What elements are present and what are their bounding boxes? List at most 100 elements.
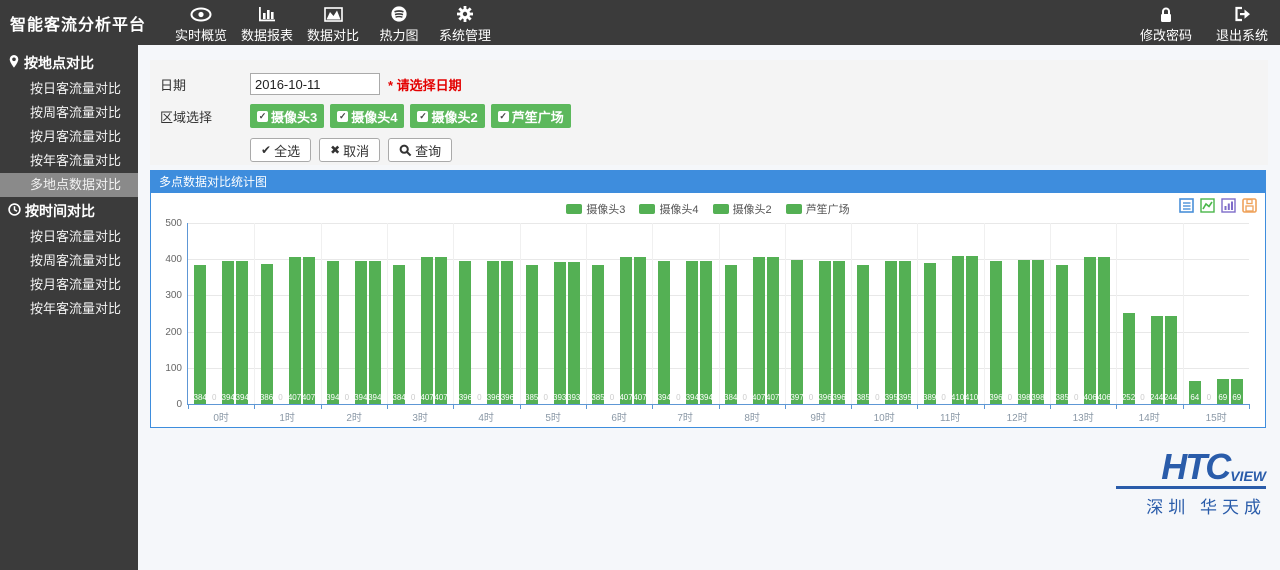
nav-label: 系统管理 <box>439 25 491 44</box>
gridline-v <box>586 223 587 404</box>
bar <box>592 265 604 404</box>
bar <box>421 257 433 404</box>
query-button[interactable]: 查询 <box>388 138 452 162</box>
bar-value-label: 393 <box>566 393 582 402</box>
legend-item-lusheng-square[interactable]: 芦笙广场 <box>786 201 850 217</box>
bar <box>289 257 301 404</box>
nav-label: 数据对比 <box>307 25 359 44</box>
gridline-v <box>453 223 454 404</box>
bar <box>1018 260 1030 404</box>
sidebar-item-weekly-by-location[interactable]: 按周客流量对比 <box>0 101 138 125</box>
x-axis-tick-label: 2时 <box>321 409 387 424</box>
x-axis-tick-label: 5时 <box>520 409 586 424</box>
area-label: 芦笙广场 <box>512 107 564 126</box>
save-image-icon[interactable] <box>1242 198 1257 218</box>
cancel-button[interactable]: ✖ 取消 <box>319 138 380 162</box>
bar <box>435 257 447 404</box>
chart-toolbox <box>1179 198 1257 218</box>
checkbox-checked-icon: ✓ <box>498 111 509 122</box>
y-axis-tick-label: 0 <box>154 399 182 410</box>
bar <box>966 256 978 404</box>
bar <box>658 261 670 404</box>
section-title: 按地点对比 <box>24 53 94 73</box>
date-label: 日期 <box>150 75 250 94</box>
x-axis-tick <box>1249 404 1250 409</box>
gridline-v <box>254 223 255 404</box>
area-compare-icon <box>324 5 343 24</box>
line-chart-icon[interactable] <box>1200 198 1215 218</box>
sidebar-item-daily-by-location[interactable]: 按日客流量对比 <box>0 77 138 101</box>
sidebar-item-monthly-by-location[interactable]: 按月客流量对比 <box>0 125 138 149</box>
area-toggle-camera2[interactable]: ✓ 摄像头2 <box>410 104 484 128</box>
logout-button[interactable]: 退出系统 <box>1212 2 1272 44</box>
area-toggle-camera3[interactable]: ✓ 摄像头3 <box>250 104 324 128</box>
sidebar-item-multipoint-compare[interactable]: 多地点数据对比 <box>0 173 138 197</box>
y-axis-tick-label: 100 <box>154 363 182 374</box>
bar <box>487 261 499 404</box>
bar-report-icon <box>258 5 276 24</box>
area-label: 摄像头3 <box>271 107 317 126</box>
gridline-v <box>387 223 388 404</box>
bar <box>899 261 911 404</box>
bar <box>222 261 234 404</box>
nav-system-admin[interactable]: 系统管理 <box>432 2 498 44</box>
bar-value-label: 407 <box>632 393 648 402</box>
company-logo: HTC VIEW 深圳 华天成 <box>1116 452 1266 518</box>
date-input[interactable] <box>250 73 380 95</box>
bar-chart-icon[interactable] <box>1221 198 1236 218</box>
bar <box>554 262 566 404</box>
bar-value-label: 244 <box>1163 393 1179 402</box>
nav-data-report[interactable]: 数据报表 <box>234 2 300 44</box>
checkbox-checked-icon: ✓ <box>337 111 348 122</box>
sidebar-section-by-location: 按地点对比 <box>0 49 138 77</box>
legend-item-camera4[interactable]: 摄像头4 <box>639 201 698 217</box>
action-label: 退出系统 <box>1216 25 1268 44</box>
legend-item-camera2[interactable]: 摄像头2 <box>713 201 772 217</box>
nav-heatmap[interactable]: 热力图 <box>366 2 432 44</box>
bar <box>725 265 737 404</box>
sidebar-item-daily-by-time[interactable]: 按日客流量对比 <box>0 225 138 249</box>
bar <box>990 261 1002 404</box>
bar <box>1151 316 1163 404</box>
x-axis-tick-label: 12时 <box>984 409 1050 424</box>
bar <box>924 263 936 404</box>
nav-realtime-overview[interactable]: 实时概览 <box>168 2 234 44</box>
sidebar-item-yearly-by-time[interactable]: 按年客流量对比 <box>0 297 138 321</box>
legend-swatch <box>713 204 729 214</box>
lock-icon <box>1158 5 1174 24</box>
bar-value-label: 406 <box>1096 393 1112 402</box>
y-axis-tick-label: 200 <box>154 327 182 338</box>
select-all-button[interactable]: ✔ 全选 <box>250 138 311 162</box>
app-title: 智能客流分析平台 <box>0 11 162 35</box>
x-axis-tick-label: 8时 <box>719 409 785 424</box>
bar-value-label: 395 <box>897 393 913 402</box>
legend-swatch <box>786 204 802 214</box>
legend-item-camera3[interactable]: 摄像头3 <box>566 201 625 217</box>
x-axis-tick-label: 6时 <box>586 409 652 424</box>
x-axis-tick-label: 9时 <box>785 409 851 424</box>
x-axis-tick-label: 10时 <box>851 409 917 424</box>
sidebar-item-weekly-by-time[interactable]: 按周客流量对比 <box>0 249 138 273</box>
area-toggle-camera4[interactable]: ✓ 摄像头4 <box>330 104 404 128</box>
area-toggle-lusheng-square[interactable]: ✓ 芦笙广场 <box>491 104 571 128</box>
bar <box>1032 260 1044 404</box>
change-password-button[interactable]: 修改密码 <box>1136 2 1196 44</box>
area-select-label: 区域选择 <box>150 107 250 126</box>
nav-data-compare[interactable]: 数据对比 <box>300 2 366 44</box>
data-view-icon[interactable] <box>1179 198 1194 218</box>
sidebar-section-by-time: 按时间对比 <box>0 197 138 225</box>
gridline-v <box>321 223 322 404</box>
signout-icon <box>1234 5 1251 24</box>
gridline-v <box>851 223 852 404</box>
gridline-v <box>1116 223 1117 404</box>
y-axis-tick-label: 300 <box>154 290 182 301</box>
sidebar-item-yearly-by-location[interactable]: 按年客流量对比 <box>0 149 138 173</box>
bar <box>620 257 632 404</box>
gridline-v <box>652 223 653 404</box>
bar-value-label: 398 <box>1030 393 1046 402</box>
area-label: 摄像头4 <box>351 107 397 126</box>
bar <box>1165 316 1177 404</box>
bar-value-label: 394 <box>367 393 383 402</box>
sidebar-item-monthly-by-time[interactable]: 按月客流量对比 <box>0 273 138 297</box>
chart-plot[interactable]: 01002003004005000时1时2时3时4时5时6时7时8时9时10时1… <box>187 223 1249 405</box>
